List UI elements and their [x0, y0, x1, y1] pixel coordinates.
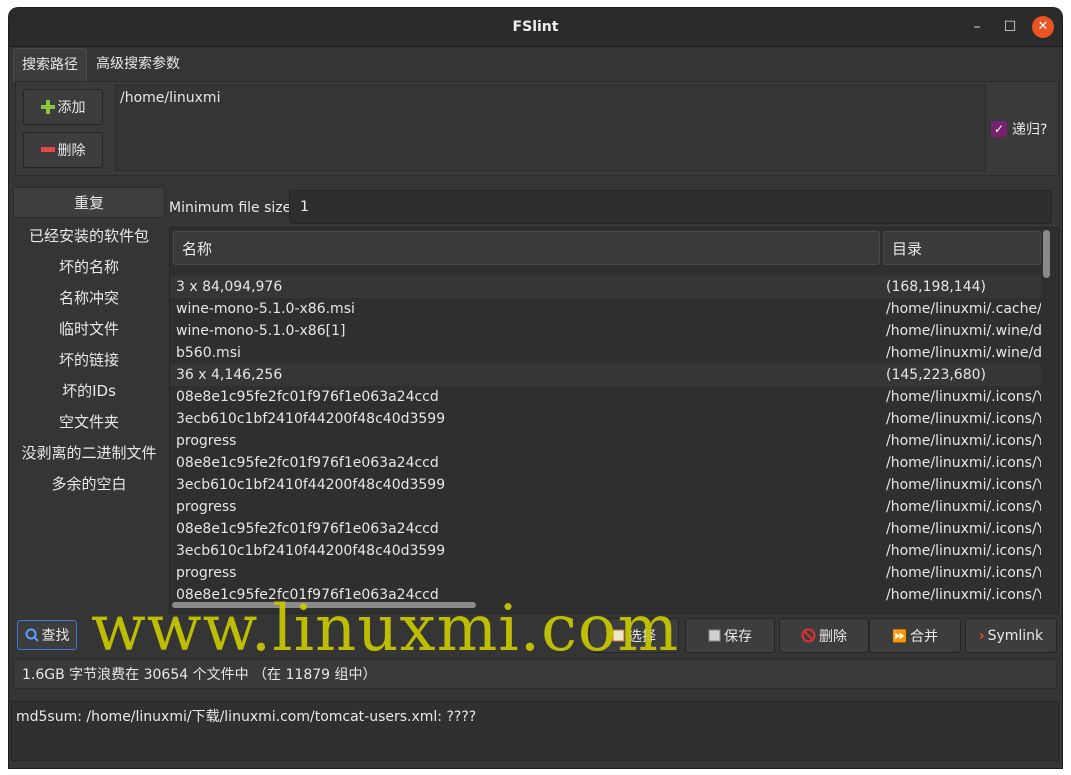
cell-name: progress [176, 565, 237, 581]
window-title: FSlint [512, 19, 559, 35]
path-list[interactable]: /home/linuxmi [115, 85, 986, 171]
cell-name: b560.msi [176, 345, 241, 361]
recursive-label[interactable]: 递归? [1012, 119, 1047, 139]
cell-name: 36 x 4,146,256 [176, 367, 283, 383]
table-group-row[interactable]: 36 x 4,146,256 (145,223,680) [170, 364, 1041, 386]
table-row[interactable]: wine-mono-5.1.0-x86[1] /home/linuxmi/.win… [170, 320, 1041, 342]
title-bar: FSlint – ☐ ✕ [9, 8, 1062, 47]
table-group-row[interactable]: 3 x 84,094,976 (168,198,144) [170, 276, 1041, 298]
search-path-panel: 添加 删除 /home/linuxmi ✓ 递归? [15, 81, 1059, 176]
cell-directory: /home/linuxmi/.icons/Y [886, 587, 1041, 603]
cell-name: 3ecb610c1bf2410f44200f48c40d3599 [176, 543, 446, 559]
table-row[interactable]: wine-mono-5.1.0-x86.msi/home/linuxmi/.ca… [170, 298, 1041, 320]
minimize-button[interactable]: – [966, 16, 988, 38]
cell-directory: (168,198,144) [886, 279, 986, 295]
minus-icon [40, 147, 55, 152]
min-file-size-input[interactable]: 1 [289, 190, 1052, 224]
table-row[interactable]: progress/home/linuxmi/.icons/Y [170, 562, 1041, 584]
column-header-name[interactable]: 名称 [173, 231, 880, 265]
sidebar-item-nonstripped-binaries[interactable]: 没剥离的二进制文件 [13, 438, 165, 469]
sidebar-item-bad-ids[interactable]: 坏的IDs [13, 376, 165, 407]
cell-directory: /home/linuxmi/.icons/Y [886, 477, 1041, 493]
vertical-scrollbar[interactable] [1043, 230, 1050, 278]
no-entry-icon [801, 628, 816, 643]
add-path-label: 添加 [57, 100, 86, 116]
remove-path-label: 删除 [57, 143, 86, 159]
sidebar-item-temp-files[interactable]: 临时文件 [13, 314, 165, 345]
status-bar: 1.6GB 字节浪费在 30654 个文件中 （在 11879 组中） [13, 659, 1057, 689]
delete-button[interactable]: 删除 [779, 618, 869, 653]
merge-button[interactable]: ⏩ 合并 [869, 618, 961, 653]
cell-name: 3ecb610c1bf2410f44200f48c40d3599 [176, 411, 446, 427]
cell-directory: /home/linuxmi/.icons/Y [886, 389, 1041, 405]
cell-name: 08e8e1c95fe2fc01f976f1e063a24ccd [176, 455, 439, 471]
column-header-directory[interactable]: 目录 [883, 231, 1041, 265]
plus-icon [40, 100, 55, 114]
chevron-right-icon: › [978, 627, 985, 644]
cell-directory: /home/linuxmi/.icons/Y [886, 543, 1041, 559]
fast-forward-icon: ⏩ [892, 628, 907, 643]
cell-directory: /home/linuxmi/.icons/Y [886, 433, 1041, 449]
cell-directory: /home/linuxmi/.icons/Y [886, 499, 1041, 515]
table-row[interactable]: progress/home/linuxmi/.icons/Y [170, 430, 1041, 452]
log-output: md5sum: /home/linuxmi/下载/linuxmi.com/tom… [11, 701, 1059, 761]
cell-directory: /home/linuxmi/.icons/Y [886, 521, 1041, 537]
maximize-button[interactable]: ☐ [999, 16, 1021, 38]
cell-name: 08e8e1c95fe2fc01f976f1e063a24ccd [176, 389, 439, 405]
sidebar-item-duplicates[interactable]: 重复 [13, 187, 165, 218]
sidebar-item-bad-names[interactable]: 坏的名称 [13, 252, 165, 283]
table-row[interactable]: 3ecb610c1bf2410f44200f48c40d3599/home/li… [170, 408, 1041, 430]
find-label: 查找 [41, 628, 70, 644]
cell-directory: /home/linuxmi/.wine/d [886, 323, 1041, 339]
symlink-button[interactable]: › Symlink [965, 618, 1057, 653]
path-item[interactable]: /home/linuxmi [120, 90, 981, 106]
search-icon [25, 628, 39, 642]
symlink-label: Symlink [987, 627, 1044, 644]
delete-label: 删除 [819, 628, 847, 645]
sidebar-item-installed-packages[interactable]: 已经安装的软件包 [13, 221, 165, 252]
recursive-checkbox[interactable]: ✓ [991, 121, 1007, 137]
cell-name: 3ecb610c1bf2410f44200f48c40d3599 [176, 477, 446, 493]
sidebar-item-empty-dirs[interactable]: 空文件夹 [13, 407, 165, 438]
min-file-size-label: Minimum file size: [169, 200, 296, 216]
sidebar-item-bad-symlinks[interactable]: 坏的链接 [13, 345, 165, 376]
cell-name: wine-mono-5.1.0-x86[1] [176, 323, 346, 339]
cell-directory: /home/linuxmi/.icons/Y [886, 565, 1041, 581]
table-row[interactable]: 08e8e1c95fe2fc01f976f1e063a24ccd/home/li… [170, 452, 1041, 474]
results-table: 名称 目录 3 x 84,094,976 (168,198,144) wine-mo… [169, 227, 1059, 614]
cell-name: progress [176, 499, 237, 515]
cell-directory: /home/linuxmi/.wine/d [886, 345, 1041, 361]
remove-path-button[interactable]: 删除 [23, 132, 103, 168]
sidebar-item-name-clashes[interactable]: 名称冲突 [13, 283, 165, 314]
find-button[interactable]: 查找 [17, 620, 77, 650]
add-path-button[interactable]: 添加 [23, 89, 103, 125]
table-row[interactable]: 3ecb610c1bf2410f44200f48c40d3599/home/li… [170, 474, 1041, 496]
close-button[interactable]: ✕ [1032, 16, 1054, 38]
tab-advanced-params[interactable]: 高级搜索参数 [88, 48, 188, 81]
cell-directory: /home/linuxmi/.icons/Y [886, 455, 1041, 471]
watermark: www.linuxmi.com [91, 592, 680, 666]
table-row[interactable]: progress/home/linuxmi/.icons/Y [170, 496, 1041, 518]
cell-directory: (145,223,680) [886, 367, 986, 383]
cell-name: 08e8e1c95fe2fc01f976f1e063a24ccd [176, 521, 439, 537]
tab-search-path[interactable]: 搜索路径 [13, 48, 87, 82]
check-icon: ✓ [993, 122, 1005, 136]
save-label: 保存 [724, 628, 752, 645]
table-row[interactable]: 08e8e1c95fe2fc01f976f1e063a24ccd/home/li… [170, 386, 1041, 408]
mode-sidebar: 重复 已经安装的软件包 坏的名称 名称冲突 临时文件 坏的链接 坏的IDs 空文… [13, 185, 165, 605]
cell-name: progress [176, 433, 237, 449]
table-row[interactable]: 08e8e1c95fe2fc01f976f1e063a24ccd/home/li… [170, 518, 1041, 540]
sidebar-item-redundant-whitespace[interactable]: 多余的空白 [13, 469, 165, 500]
table-row[interactable]: 3ecb610c1bf2410f44200f48c40d3599/home/li… [170, 540, 1041, 562]
save-icon [708, 629, 721, 642]
cell-name: 3 x 84,094,976 [176, 279, 283, 295]
cell-directory: /home/linuxmi/.icons/Y [886, 411, 1041, 427]
save-button[interactable]: 保存 [685, 618, 775, 653]
cell-name: wine-mono-5.1.0-x86.msi [176, 301, 355, 317]
cell-directory: /home/linuxmi/.cache/ [886, 301, 1041, 317]
app-window: FSlint – ☐ ✕ 搜索路径 高级搜索参数 添加 删除 /home/lin… [9, 8, 1062, 768]
merge-label: 合并 [909, 628, 938, 645]
table-row[interactable]: b560.msi/home/linuxmi/.wine/d [170, 342, 1041, 364]
